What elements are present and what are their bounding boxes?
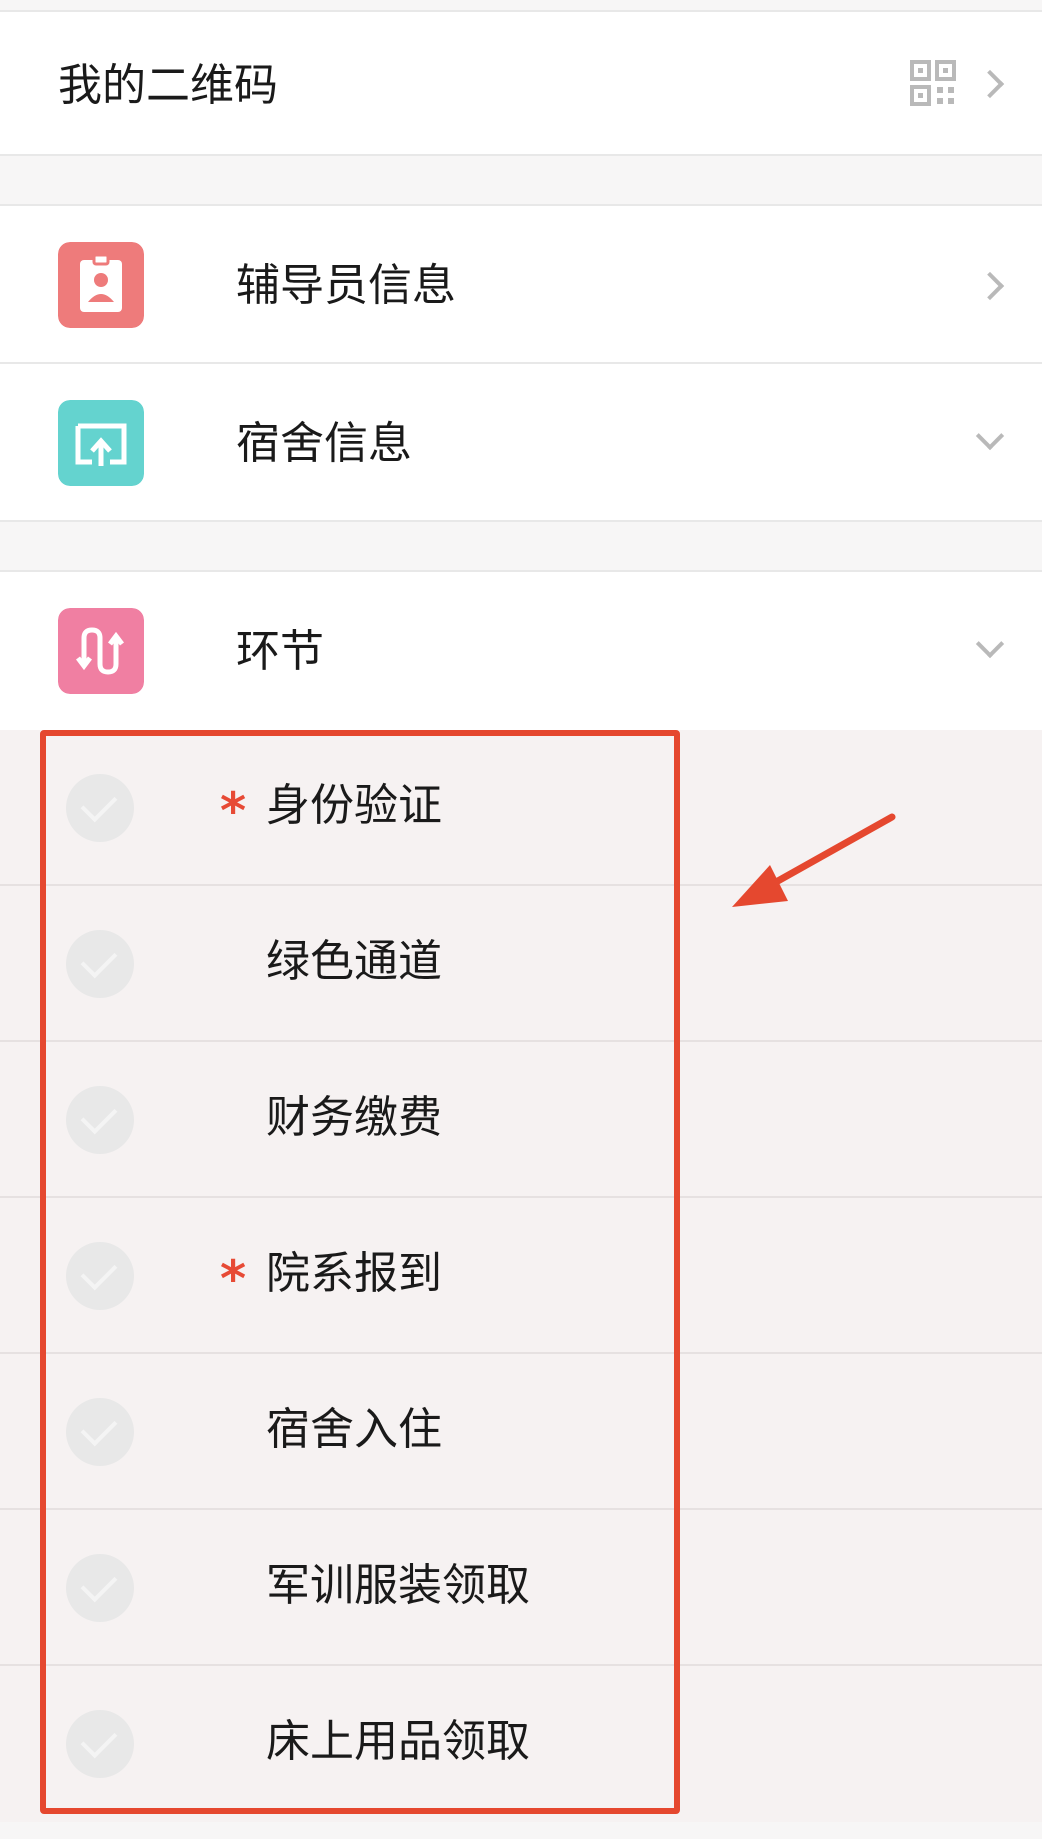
step-item-finance[interactable]: 财务缴费 bbox=[0, 1042, 1042, 1198]
page: 我的二维码 辅导员信息 宿舍信息 环节 * 身份验证 绿色通道 财务缴费 * 院… bbox=[0, 0, 1042, 1839]
qr-code-row[interactable]: 我的二维码 bbox=[0, 10, 1042, 156]
annotation-arrow-icon bbox=[732, 813, 896, 907]
check-circle-icon[interactable] bbox=[66, 930, 134, 998]
step-label: 院系报到 bbox=[266, 1248, 442, 1299]
step-label: 绿色通道 bbox=[266, 936, 442, 987]
step-label: 军训服装领取 bbox=[266, 1560, 530, 1611]
check-circle-icon[interactable] bbox=[66, 1398, 134, 1466]
check-circle-icon[interactable] bbox=[66, 774, 134, 842]
chevron-right-icon bbox=[975, 271, 1005, 301]
qr-code-icon bbox=[910, 60, 956, 106]
qr-code-label: 我的二维码 bbox=[58, 60, 278, 111]
dorm-info-row[interactable]: 宿舍信息 bbox=[0, 362, 1042, 522]
step-label: 身份验证 bbox=[266, 780, 442, 831]
chevron-down-icon bbox=[975, 629, 1005, 659]
step-item-bedding[interactable]: 床上用品领取 bbox=[0, 1666, 1042, 1822]
required-marker: * bbox=[220, 782, 247, 840]
chevron-down-icon bbox=[975, 421, 1005, 451]
step-label: 宿舍入住 bbox=[266, 1404, 442, 1455]
check-circle-icon[interactable] bbox=[66, 1086, 134, 1154]
step-label: 财务缴费 bbox=[266, 1092, 442, 1143]
chevron-right-icon bbox=[975, 69, 1005, 99]
required-marker: * bbox=[220, 1250, 247, 1308]
step-label: 床上用品领取 bbox=[266, 1716, 530, 1767]
step-item-uniform[interactable]: 军训服装领取 bbox=[0, 1510, 1042, 1666]
switch-arrows-icon bbox=[58, 608, 144, 694]
id-badge-icon bbox=[58, 242, 144, 328]
check-circle-icon[interactable] bbox=[66, 1242, 134, 1310]
stage-label: 环节 bbox=[236, 626, 324, 677]
counselor-info-label: 辅导员信息 bbox=[236, 260, 456, 311]
counselor-info-row[interactable]: 辅导员信息 bbox=[0, 204, 1042, 364]
check-circle-icon[interactable] bbox=[66, 1710, 134, 1778]
check-circle-icon[interactable] bbox=[66, 1554, 134, 1622]
step-item-dorm-checkin[interactable]: 宿舍入住 bbox=[0, 1354, 1042, 1510]
upload-box-icon bbox=[58, 400, 144, 486]
dorm-info-label: 宿舍信息 bbox=[236, 418, 412, 469]
stage-row[interactable]: 环节 bbox=[0, 570, 1042, 730]
step-item-department[interactable]: * 院系报到 bbox=[0, 1198, 1042, 1354]
